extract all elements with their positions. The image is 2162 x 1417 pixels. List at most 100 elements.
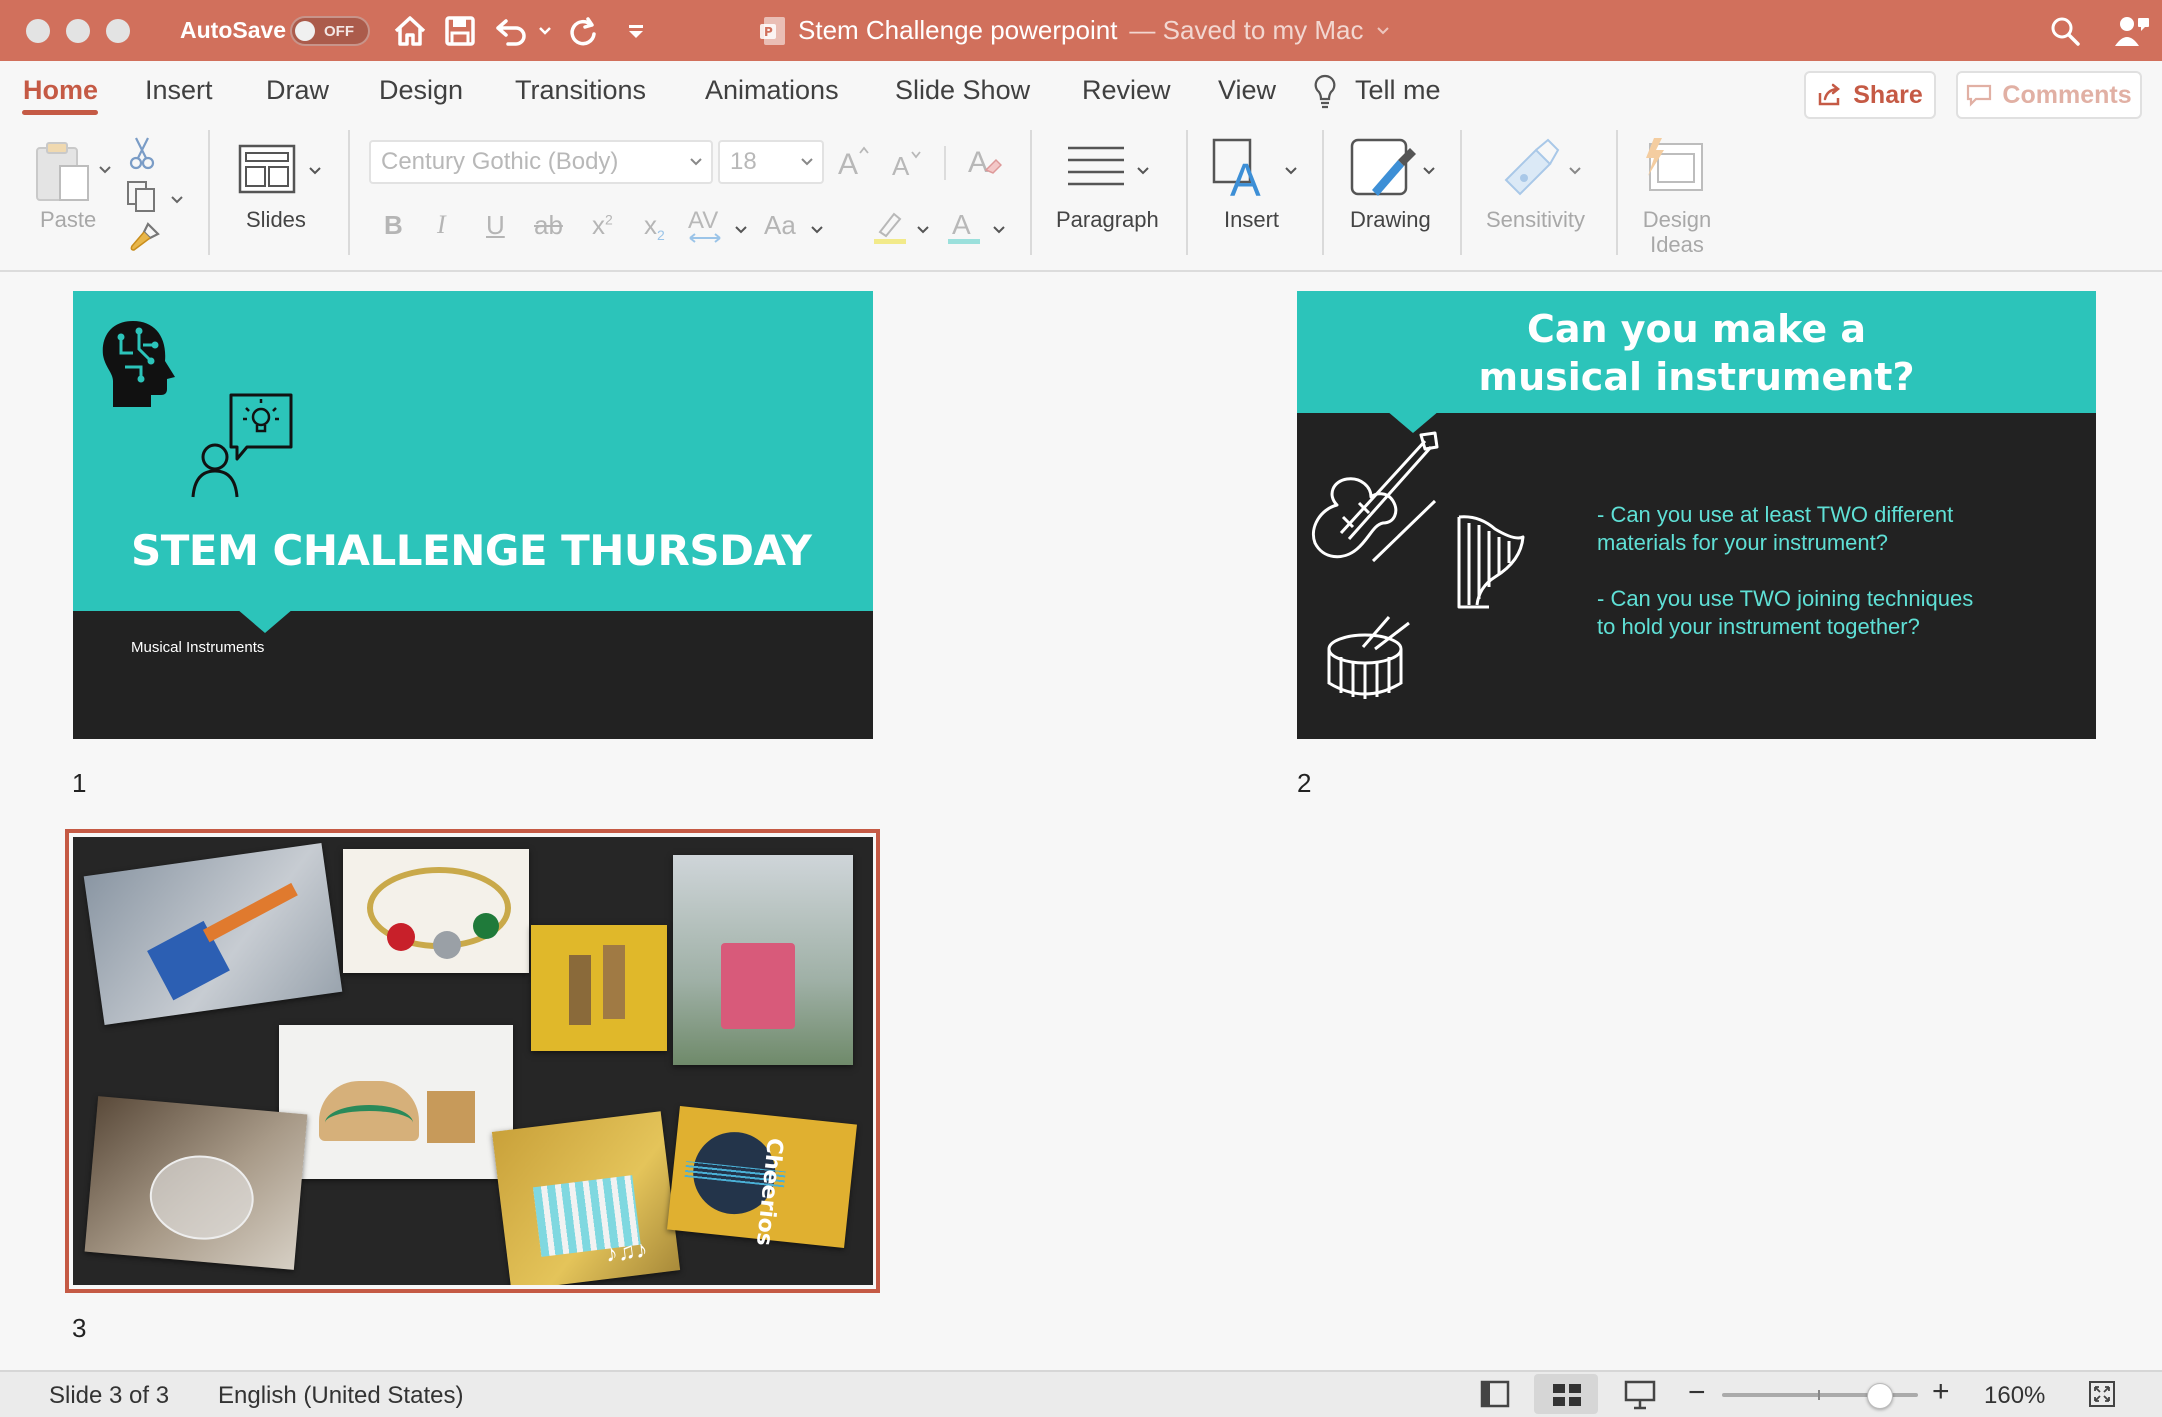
zoom-out-button[interactable]: − — [1688, 1376, 1706, 1410]
zoom-in-button[interactable]: + — [1932, 1375, 1950, 1409]
copy-dropdown-chevron-icon[interactable] — [170, 192, 184, 210]
tab-transitions[interactable]: Transitions — [515, 75, 646, 106]
tab-animations[interactable]: Animations — [705, 75, 839, 106]
slide-2-title-line-1: Can you make a — [1526, 307, 1867, 351]
save-status-chevron-icon[interactable] — [1376, 26, 1390, 36]
tab-design[interactable]: Design — [379, 75, 463, 106]
customize-toolbar-icon[interactable] — [626, 0, 646, 61]
redo-icon[interactable] — [566, 0, 600, 61]
font-name-select[interactable]: Century Gothic (Body) — [369, 140, 713, 184]
increase-font-size-icon[interactable]: A — [836, 144, 870, 183]
design-ideas-icon[interactable] — [1640, 136, 1708, 201]
design-ideas-label-1: Design — [1642, 207, 1712, 232]
save-status: — Saved to my Mac — [1129, 15, 1364, 45]
clear-formatting-icon[interactable]: A — [966, 142, 1003, 185]
svg-text:A: A — [892, 151, 910, 178]
strikethrough-button[interactable]: ab — [534, 210, 563, 241]
photo-jingle-bell-bracelet[interactable] — [343, 849, 529, 973]
language-status[interactable]: English (United States) — [218, 1382, 463, 1410]
autosave-toggle[interactable]: OFF — [290, 15, 370, 46]
paragraph-dropdown-chevron-icon[interactable] — [1136, 163, 1150, 181]
highlight-color-icon[interactable] — [872, 208, 908, 251]
paragraph-align-icon[interactable] — [1066, 144, 1126, 195]
brain-head-icon — [99, 319, 177, 414]
autosave-label: AutoSave — [180, 17, 287, 43]
share-button[interactable]: Share — [1804, 71, 1936, 119]
normal-view-icon[interactable] — [1480, 1380, 1510, 1413]
photo-cardboard-box-instrument[interactable] — [279, 1025, 513, 1179]
subscript-button[interactable]: x2 — [644, 210, 665, 243]
zoom-slider-track[interactable] — [1722, 1383, 1918, 1409]
photo-coffee-can-drum[interactable] — [673, 855, 853, 1065]
slide-thumbnail-3[interactable]: ♪♫♪ Cheerios — [73, 837, 873, 1285]
slide-sorter-view-button[interactable] — [1534, 1374, 1598, 1414]
save-icon[interactable] — [444, 0, 476, 61]
bold-button[interactable]: B — [384, 210, 403, 241]
account-icon[interactable] — [2114, 0, 2150, 61]
slide-2-bullet-2-line-1: - Can you use TWO joining techniques — [1597, 586, 1974, 611]
fit-to-window-icon[interactable] — [2088, 1380, 2116, 1413]
tab-insert[interactable]: Insert — [145, 75, 213, 106]
slide-number-1: 1 — [72, 768, 87, 798]
zoom-slider-thumb[interactable] — [1866, 1383, 1893, 1409]
photo-rubber-band-container[interactable] — [84, 1096, 308, 1270]
slide-thumbnail-1[interactable]: STEM CHALLENGE THURSDAY Musical Instrume… — [73, 291, 873, 739]
font-color-icon[interactable]: A — [946, 206, 982, 251]
slide-1-subtitle: Musical Instruments — [131, 639, 265, 656]
tab-view[interactable]: View — [1218, 75, 1276, 106]
slides-dropdown-chevron-icon[interactable] — [308, 163, 322, 181]
photo-cereal-box-guitar[interactable]: Cheerios — [667, 1106, 857, 1248]
sensitivity-dropdown-chevron-icon[interactable] — [1568, 163, 1582, 181]
copy-icon[interactable] — [126, 180, 158, 217]
home-icon[interactable] — [392, 0, 428, 61]
paste-icon[interactable] — [34, 140, 92, 211]
italic-button[interactable]: I — [437, 210, 446, 240]
design-ideas-label-2: Ideas — [1650, 232, 1704, 257]
photo-bottle-shakers[interactable] — [531, 925, 667, 1051]
tab-slide-show[interactable]: Slide Show — [895, 75, 1030, 106]
change-case-chevron-icon[interactable] — [810, 222, 824, 240]
search-icon[interactable] — [2050, 0, 2080, 61]
change-case-button[interactable]: Aa — [764, 210, 796, 241]
sensitivity-icon[interactable] — [1502, 138, 1560, 201]
harp-icon — [1449, 511, 1525, 616]
paste-label: Paste — [40, 207, 97, 232]
insert-textbox-icon[interactable]: A — [1212, 138, 1272, 206]
tab-draw[interactable]: Draw — [266, 75, 329, 106]
superscript-button[interactable]: x2 — [592, 210, 613, 241]
tell-me-search[interactable]: Tell me — [1355, 75, 1441, 106]
photo-straw-pan-flute[interactable]: ♪♫♪ — [491, 1111, 681, 1285]
zoom-window-button[interactable] — [106, 19, 130, 43]
drawing-shapes-icon[interactable] — [1350, 138, 1416, 207]
zoom-level[interactable]: 160% — [1984, 1382, 2045, 1410]
insert-dropdown-chevron-icon[interactable] — [1284, 163, 1298, 181]
share-icon — [1819, 83, 1841, 106]
highlight-chevron-icon[interactable] — [916, 222, 930, 240]
comments-button[interactable]: Comments — [1956, 71, 2142, 119]
close-window-button[interactable] — [26, 19, 50, 43]
cut-icon[interactable] — [128, 136, 156, 175]
minimize-window-button[interactable] — [66, 19, 90, 43]
paste-dropdown-chevron-icon[interactable] — [98, 162, 112, 180]
ribbon-separator — [1322, 130, 1324, 255]
format-painter-icon[interactable] — [126, 220, 162, 259]
new-slide-layout-icon[interactable] — [238, 144, 296, 199]
slide-thumbnail-2[interactable]: Can you make a musical instrument? - Can… — [1297, 291, 2096, 739]
tab-review[interactable]: Review — [1082, 75, 1171, 106]
lightbulb-icon — [1312, 73, 1338, 114]
font-color-chevron-icon[interactable] — [992, 222, 1006, 240]
underline-button[interactable]: U — [486, 210, 505, 241]
presenter-view-icon[interactable] — [1624, 1380, 1656, 1415]
decrease-font-size-icon[interactable]: A — [890, 148, 924, 183]
comment-icon — [1967, 84, 1992, 107]
undo-dropdown-chevron-icon[interactable] — [538, 0, 552, 61]
drawing-dropdown-chevron-icon[interactable] — [1422, 163, 1436, 181]
status-bar: Slide 3 of 3 English (United States) − +… — [0, 1370, 2162, 1417]
character-spacing-chevron-icon[interactable] — [734, 222, 748, 240]
character-spacing-icon[interactable]: AV — [686, 206, 726, 251]
tab-home[interactable]: Home — [23, 75, 98, 106]
violin-icon — [1303, 431, 1441, 576]
undo-icon[interactable] — [494, 0, 530, 61]
font-size-select[interactable]: 18 — [718, 140, 824, 184]
photo-tissue-box-guitar[interactable] — [83, 843, 343, 1025]
